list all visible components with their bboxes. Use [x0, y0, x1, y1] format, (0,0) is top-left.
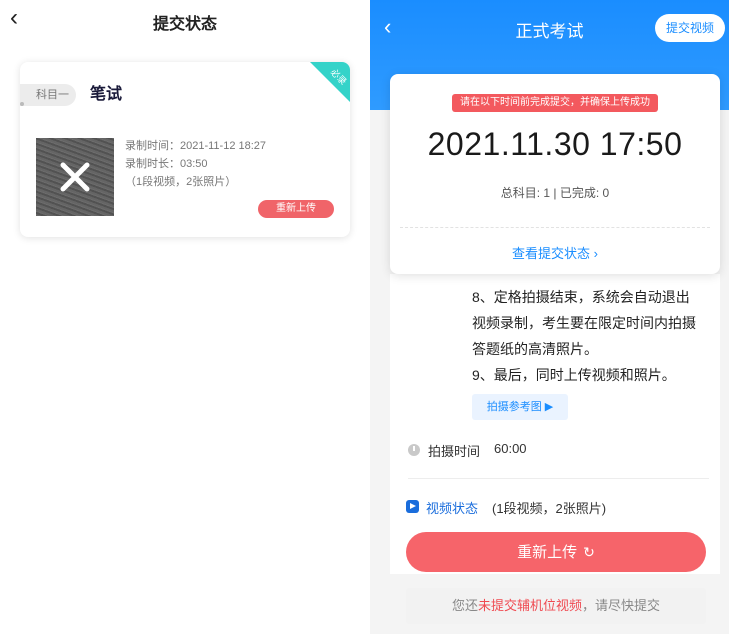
shoot-time-value: 60:00: [494, 441, 527, 456]
subject-name: 笔试: [90, 86, 123, 103]
reupload-label: 重新上传: [517, 544, 578, 561]
divider: [408, 478, 709, 479]
deadline-time: 2021.11.30 17:50: [427, 126, 683, 162]
video-icon: [406, 500, 419, 513]
record-duration: 录制时长：03:50: [125, 158, 208, 170]
divider: [400, 227, 710, 228]
missing-video-warning: 您还未提交辅机位视频，请尽快提交: [406, 588, 706, 624]
deadline-card: 请在以下时间前完成提交，并确保上传成功 2021.11.30 17:50 总科目…: [390, 74, 720, 274]
subject-dot: [20, 102, 24, 106]
record-time: 录制时间：2021-11-12 18:27: [125, 140, 267, 152]
reupload-button[interactable]: 重新上传 ↻: [406, 532, 706, 572]
clock-icon: [408, 444, 420, 456]
view-submit-status-link[interactable]: 查看提交状态 ›: [390, 243, 720, 262]
warning-highlight: 未提交辅机位视频: [477, 598, 582, 613]
video-status-label: 视频状态: [426, 501, 479, 516]
media-count: （1段视频，2张照片）: [125, 176, 237, 188]
step-8-text: 8、定格拍摄结束，系统会自动退出视频录制，考生要在限定时间内拍摄答题纸的高清照片…: [472, 289, 696, 357]
submit-video-button[interactable]: 提交视频: [655, 14, 725, 42]
reference-image-button[interactable]: 拍摄参考图 ▶: [472, 394, 568, 420]
formal-exam-screen: ‹ 正式考试 提交视频 请在以下时间前完成提交，并确保上传成功 2021.11.…: [370, 0, 729, 634]
reupload-button[interactable]: 重新上传: [258, 200, 334, 218]
page-title: 提交状态: [152, 16, 217, 33]
subject-count: 总科目: 1 | 已完成: 0: [500, 186, 610, 200]
warning-suffix: ，请尽快提交: [582, 598, 661, 613]
submit-status-screen: ‹ 提交状态 科目一 笔试 必录 录制时间：2021-11-12 18:27 录…: [0, 0, 370, 634]
step-9-text: 9、最后，同时上传视频和照片。: [472, 367, 676, 383]
subject-tag: 科目一: [20, 84, 76, 106]
shoot-time-label: 拍摄时间: [428, 444, 481, 459]
delete-icon[interactable]: [36, 138, 114, 216]
deadline-notice: 请在以下时间前完成提交，并确保上传成功: [452, 94, 658, 112]
left-header: ‹ 提交状态: [0, 0, 370, 44]
refresh-icon: ↻: [583, 544, 595, 560]
warning-prefix: 您还: [451, 598, 478, 613]
video-thumbnail[interactable]: [36, 138, 114, 216]
video-status-value: (1段视频，2张照片): [492, 501, 607, 516]
subject-card: 科目一 笔试 必录 录制时间：2021-11-12 18:27 录制时长：03:…: [20, 62, 350, 237]
